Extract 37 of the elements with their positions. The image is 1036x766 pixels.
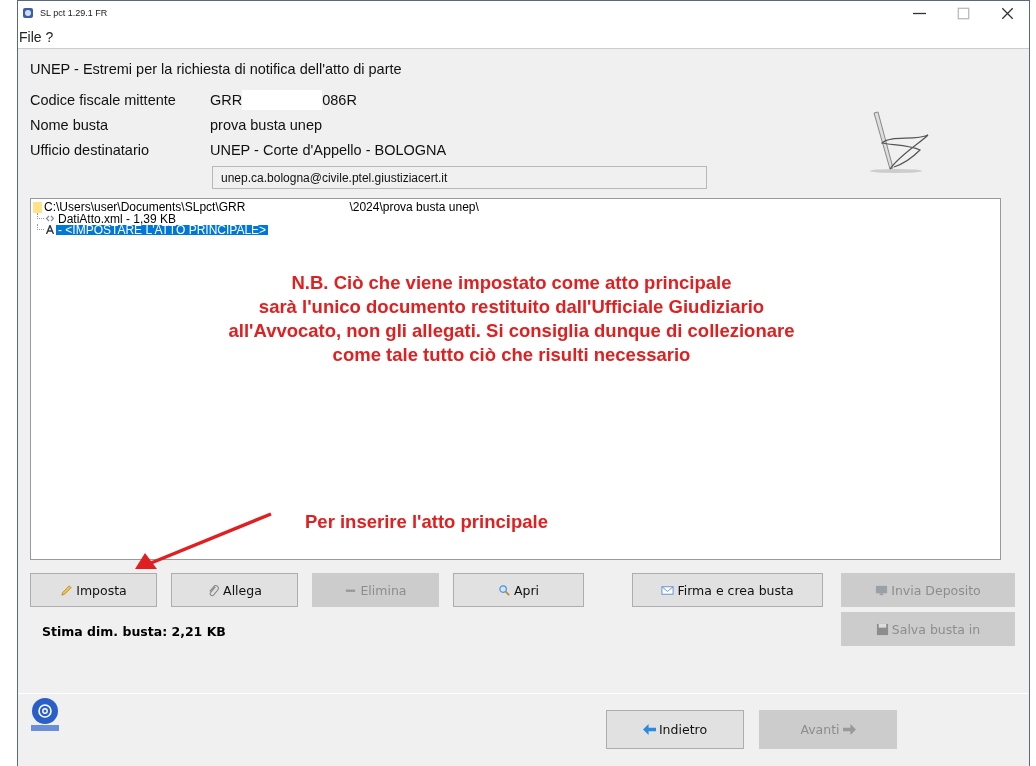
close-icon (1000, 6, 1014, 20)
monitor-icon (875, 583, 889, 597)
field-value: prova busta unep (210, 116, 323, 133)
annotation-note: N.B. Ciò che viene impostato come atto principale sarà l'unico documento restituito dall'Ufficiale Giudiziario all'Avvocato, non gli allegati. Si consiglia dunque di collezionare come tale tutto ciò che risulti necessario (227, 271, 796, 367)
action-button[interactable]: Apri (453, 573, 584, 607)
arrow-right-icon (842, 723, 856, 736)
action-button[interactable]: Imposta (30, 573, 157, 607)
menu-item[interactable]: ? (44, 28, 57, 45)
tree-item: C:\Users\user\Documents\SLpct\GRR (44, 201, 246, 213)
field-value: GRR (210, 91, 243, 108)
paperclip-icon (207, 583, 221, 597)
letter-a-icon (46, 225, 54, 234)
maximize-icon (956, 6, 970, 20)
annotation-text: Per inserire l'atto principale (305, 511, 548, 533)
field-value: UNEP - Corte d'Appello - BOLOGNA (210, 141, 447, 158)
search-icon (497, 583, 511, 597)
size-estimate: Stima dim. busta: 2,21 KB (42, 624, 227, 641)
form-heading: UNEP - Estremi per la richiesta di notifica dell'atto di parte (30, 61, 403, 79)
code-file-icon (46, 214, 54, 223)
field-label: Ufficio destinatario (30, 141, 151, 158)
tree-item: \2024\prova busta unep\ (349, 201, 479, 213)
tree-item[interactable]: - <IMPOSTARE L'ATTO PRINCIPALE> (56, 224, 269, 235)
action-button[interactable]: Firma e crea busta (632, 573, 823, 607)
pencil-icon (60, 583, 74, 597)
nav-button[interactable]: Indietro (606, 710, 744, 749)
app-icon (22, 7, 34, 19)
menu-item[interactable]: File (18, 28, 45, 45)
email-field[interactable]: unep.ca.bologna@civile.ptel.giustiziacert.it (212, 166, 707, 189)
field-value: 086R (322, 91, 357, 108)
tree-item[interactable]: DatiAtto.xml - 1,39 KB (56, 213, 179, 224)
folder-icon (33, 201, 42, 213)
window-title: SL pct 1.29.1 FR (40, 8, 109, 18)
envelope-icon (661, 583, 675, 597)
arrow-left-icon (642, 723, 656, 736)
field-label: Nome busta (30, 116, 110, 133)
action-button[interactable]: Allega (171, 573, 298, 607)
field-label: Codice fiscale mittente (30, 91, 177, 108)
